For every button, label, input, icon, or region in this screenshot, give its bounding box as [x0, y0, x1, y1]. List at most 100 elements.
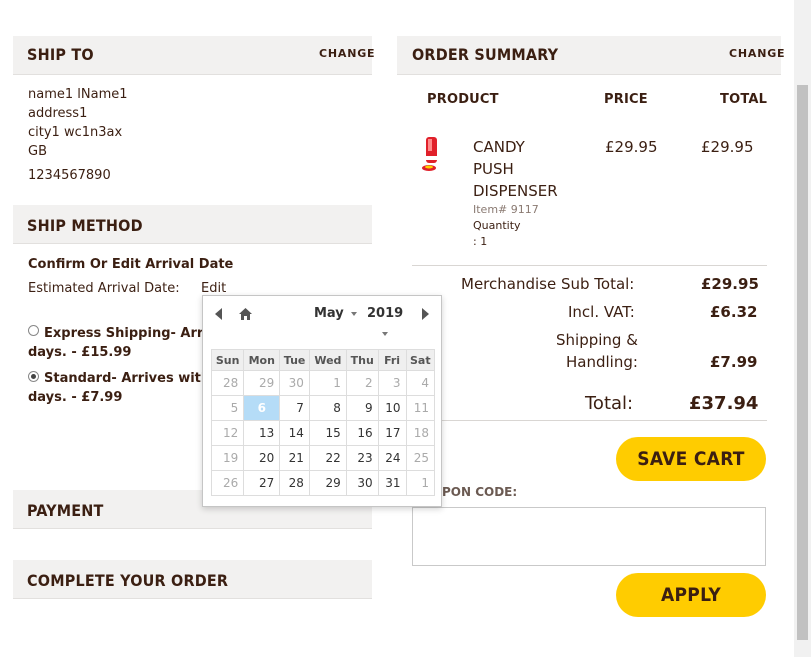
weekday-header: Wed [308, 349, 347, 371]
home-icon[interactable] [238, 306, 253, 325]
calendar-day[interactable]: 29 [308, 470, 347, 496]
calendar-day: 19 [210, 445, 245, 471]
calendar-day[interactable]: 27 [243, 470, 281, 496]
weekday-header: Sat [405, 349, 436, 371]
payment-title: PAYMENT [27, 501, 104, 520]
total-label: Total: [585, 393, 634, 414]
calendar-day[interactable]: 10 [377, 395, 407, 421]
ship-to-title: SHIP TO [27, 45, 94, 64]
calendar-grid: Sun Mon Tue Wed Thu Fri Sat 28 29 30 1 2 3 4 5 6 7 8 9 10 1… [210, 349, 436, 496]
calendar-day[interactable]: 23 [345, 445, 379, 471]
calendar-day: 12 [210, 420, 245, 446]
complete-order-header[interactable]: COMPLETE YOUR ORDER [13, 560, 372, 599]
calendar-month[interactable]: May [314, 306, 344, 321]
confirm-arrival-label: Confirm Or Edit Arrival Date [28, 257, 234, 272]
express-shipping-radio[interactable] [28, 325, 39, 336]
calendar-day[interactable]: 7 [279, 395, 310, 421]
weekday-header: Tue [279, 349, 310, 371]
calendar-month-select[interactable]: May [314, 306, 358, 321]
column-total: TOTAL [720, 92, 768, 107]
prev-month-icon[interactable] [215, 308, 222, 320]
calendar-day: 18 [405, 420, 436, 446]
product-name-line-1[interactable]: CANDY [473, 138, 525, 156]
ship-to-header: SHIP TO CHANGE [13, 36, 375, 75]
express-shipping-price: days. - £15.99 [28, 345, 132, 360]
product-quantity-label: Quantity [473, 219, 521, 232]
product-price: £29.95 [605, 138, 658, 156]
merch-subtotal-value: £29.95 [701, 275, 759, 293]
save-cart-button[interactable]: SAVE CART [616, 437, 766, 481]
calendar-day: 4 [405, 370, 436, 396]
next-month-icon[interactable] [422, 308, 429, 320]
calendar-day[interactable]: 28 [279, 470, 310, 496]
ship-method-title: SHIP METHOD [27, 216, 143, 235]
standard-shipping-radio[interactable] [28, 371, 39, 382]
calendar-day[interactable]: 22 [308, 445, 347, 471]
standard-shipping-label[interactable]: Standard- Arrives within [44, 371, 224, 386]
calendar-day[interactable]: 21 [279, 445, 310, 471]
calendar-day: 28 [210, 370, 245, 396]
calendar-day: 29 [243, 370, 281, 396]
calendar-day[interactable]: 30 [345, 470, 379, 496]
month-dropdown-icon [351, 311, 358, 316]
calendar-day[interactable]: 13 [243, 420, 281, 446]
weekday-header: Thu [345, 349, 379, 371]
order-summary-title: ORDER SUMMARY [412, 45, 559, 64]
ship-to-address: address1 [28, 106, 88, 121]
apply-coupon-button[interactable]: APPLY [616, 573, 766, 617]
calendar-day[interactable]: 8 [308, 395, 347, 421]
weekday-header: Mon [243, 349, 281, 371]
ship-to-change-link[interactable]: CHANGE [319, 47, 375, 60]
coupon-code-label: PON CODE: [442, 485, 518, 499]
product-name-line-3[interactable]: DISPENSER [473, 182, 558, 200]
calendar-week-row: 28 29 30 1 2 3 4 [210, 370, 436, 396]
calendar-day[interactable]: 9 [345, 395, 379, 421]
product-quantity-value: : 1 [473, 235, 488, 248]
calendar-day: 11 [405, 395, 436, 421]
calendar-week-row: 12 13 14 15 16 17 18 [210, 420, 436, 446]
calendar-day[interactable]: 20 [243, 445, 281, 471]
weekday-row: Sun Mon Tue Wed Thu Fri Sat [210, 349, 436, 371]
calendar-day: 1 [308, 370, 347, 396]
calendar-week-row: 26 27 28 29 30 31 1 [210, 470, 436, 496]
calendar-day: 25 [405, 445, 436, 471]
shipping-label-1: Shipping & [556, 331, 638, 349]
order-summary-change-link[interactable]: CHANGE [729, 47, 785, 60]
total-value: £37.94 [689, 393, 759, 414]
calendar-day: 30 [279, 370, 310, 396]
calendar-day[interactable]: 15 [308, 420, 347, 446]
calendar-day[interactable]: 14 [279, 420, 310, 446]
calendar-day: 3 [377, 370, 407, 396]
ship-to-name: name1 lName1 [28, 87, 128, 102]
calendar-day[interactable]: 17 [377, 420, 407, 446]
page-scrollbar-thumb[interactable] [797, 85, 808, 640]
vat-label: Incl. VAT: [568, 303, 635, 321]
ship-to-country: GB [28, 144, 47, 159]
shipping-value: £7.99 [710, 353, 758, 371]
product-name-line-2[interactable]: PUSH [473, 160, 514, 178]
calendar-day[interactable]: 24 [377, 445, 407, 471]
calendar-day-selected[interactable]: 6 [243, 395, 281, 421]
ship-to-city: city1 wc1n3ax [28, 125, 123, 140]
calendar-day: 1 [405, 470, 436, 496]
standard-shipping-price: days. - £7.99 [28, 390, 123, 405]
shipping-label-2: Handling: [566, 353, 638, 371]
coupon-code-input[interactable] [412, 507, 766, 566]
edit-arrival-link[interactable]: Edit [201, 281, 226, 296]
product-item-number: Item# 9117 [473, 203, 539, 216]
calendar-day[interactable]: 31 [377, 470, 407, 496]
arrival-date-calendar: May 2019 Sun Mon Tue Wed Thu Fri Sat 28 29 30 1 2 3… [202, 295, 442, 507]
product-image[interactable] [417, 136, 445, 174]
merch-subtotal-label: Merchandise Sub Total: [461, 275, 635, 293]
weekday-header: Fri [377, 349, 407, 371]
calendar-day[interactable]: 16 [345, 420, 379, 446]
column-product: PRODUCT [427, 92, 499, 107]
order-summary-header: ORDER SUMMARY CHANGE [397, 36, 785, 75]
vat-value: £6.32 [710, 303, 758, 321]
summary-divider-top [412, 265, 767, 266]
complete-order-title: COMPLETE YOUR ORDER [27, 571, 229, 590]
calendar-day: 2 [345, 370, 379, 396]
product-total: £29.95 [701, 138, 754, 156]
calendar-year[interactable]: 2019 [367, 306, 403, 321]
year-dropdown-icon[interactable] [382, 332, 388, 336]
